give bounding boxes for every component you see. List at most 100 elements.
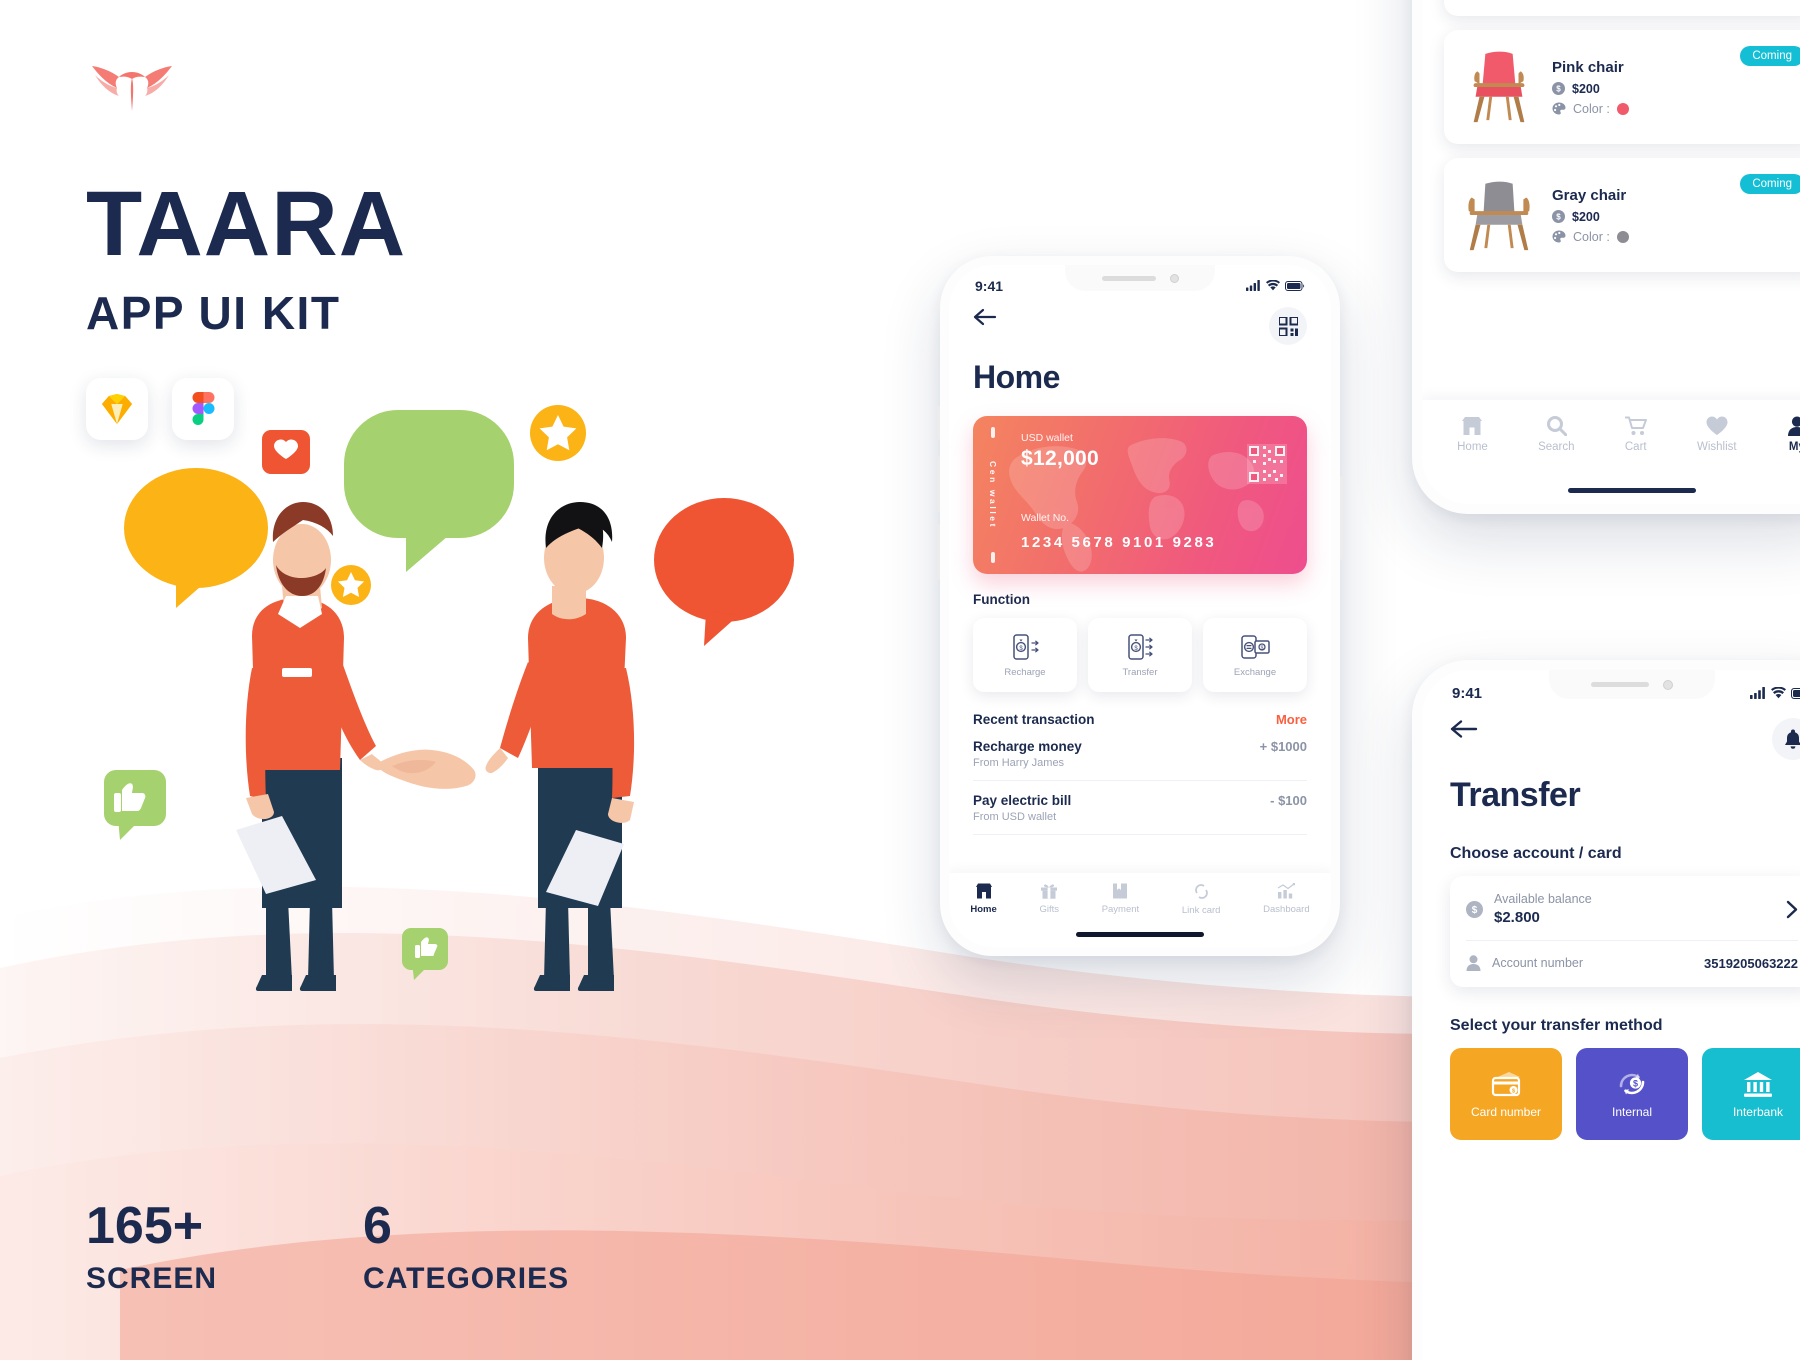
tab-payment[interactable]: Payment (1102, 883, 1139, 915)
product-list: $ $200 Color : (1422, 0, 1800, 400)
list-item[interactable]: Gray chair $ $200 Color: Coming (1444, 158, 1800, 272)
method-card-number[interactable]: $ Card number (1450, 1048, 1562, 1140)
page-title: TAARA (86, 173, 407, 275)
home-indicator (1568, 488, 1696, 493)
recent-transactions-header: Recent transaction More (973, 712, 1307, 727)
phone-power-button (1340, 476, 1343, 560)
handshake-illustration (104, 405, 794, 991)
sidebar-item-my[interactable]: My (1787, 416, 1800, 453)
svg-text:$: $ (1472, 905, 1478, 916)
table-row[interactable]: Pay electric bill From USD wallet - $100 (973, 781, 1307, 835)
method-internal[interactable]: $ Internal (1576, 1048, 1688, 1140)
tab-link-card[interactable]: Link card (1182, 883, 1220, 916)
screen-title: Home (973, 359, 1060, 395)
stats-block: 165+ SCREEN 6 CATEGORIES (86, 1200, 569, 1296)
star-badge-large (530, 405, 586, 461)
sidebar-item-home[interactable]: Home (1457, 416, 1488, 453)
speaker-icon (1591, 682, 1649, 687)
svg-text:$: $ (1512, 1088, 1515, 1094)
wallet-type: USD wallet (1021, 432, 1073, 444)
heart-badge-top (262, 430, 310, 474)
sidebar-item-wishlist[interactable]: Wishlist (1697, 416, 1737, 453)
method-interbank[interactable]: Interbank (1702, 1048, 1800, 1140)
balance-row[interactable]: $ Available balance $2.800 (1466, 878, 1798, 940)
wallet-card-body: USD wallet $12,000 Wallet No. 1234 5678 … (1021, 432, 1293, 560)
recent-section-title: Recent transaction (973, 712, 1095, 727)
cart-icon (1624, 416, 1647, 435)
account-label: Account number (1492, 956, 1584, 970)
home-content: Home Cen wallet USD wallet $12,000 Walle… (949, 265, 1331, 835)
transaction-amount: - $100 (1270, 793, 1307, 808)
speech-bubble-red (654, 498, 794, 646)
product-info: Pink chair $ $200 Color: (1552, 59, 1800, 116)
status-badge: Coming (1740, 46, 1800, 66)
gift-icon (1041, 884, 1058, 899)
transfer-screen: 9:41 Transfer Choose account / card $ Av… (1422, 670, 1800, 1360)
chair-gray-image (1468, 181, 1530, 251)
transaction-amount: + $1000 (1259, 739, 1307, 754)
transaction-name: Pay electric bill (973, 793, 1072, 808)
svg-text:$: $ (1556, 212, 1561, 221)
stat-screens: 165+ SCREEN (86, 1200, 217, 1296)
phone-exchange-icon: $ (1241, 634, 1270, 659)
stat-label: CATEGORIES (363, 1262, 570, 1295)
card-tick-bottom (991, 551, 995, 563)
function-recharge[interactable]: $ Recharge (973, 618, 1077, 692)
promo-canvas: TAARA APP UI KIT 165+ SCREEN 6 CATEGORIE… (0, 0, 1800, 1360)
color-swatch (1616, 102, 1629, 115)
transfer-content: Transfer Choose account / card $ Availab… (1422, 670, 1800, 1140)
sidebar-item-search[interactable]: Search (1538, 416, 1575, 453)
function-label: Exchange (1233, 666, 1277, 678)
sidebar-item-cart[interactable]: Cart (1624, 416, 1647, 453)
front-camera-icon (1663, 679, 1673, 690)
person-right (376, 502, 635, 991)
cellular-icon (1750, 687, 1765, 699)
thumbsup-badge-left (104, 770, 166, 840)
battery-icon (1285, 280, 1305, 291)
qr-code-icon (1278, 316, 1298, 336)
transfer-method-row: $ Card number $ Internal Interbank (1450, 1048, 1800, 1140)
transfer-header (1450, 718, 1800, 760)
product-price-line: $ $200 (1552, 82, 1800, 96)
tab-gifts[interactable]: Gifts (1039, 883, 1059, 915)
star-badge-small (331, 565, 371, 605)
cellular-icon (1246, 280, 1260, 291)
wifi-icon (1266, 280, 1280, 291)
function-exchange[interactable]: $ Exchange (1203, 618, 1307, 692)
dollar-coin-icon: $ (1552, 210, 1565, 223)
wallet-card[interactable]: Cen wallet USD wallet $12,000 Wallet No.… (973, 416, 1307, 574)
palette-icon (1552, 230, 1566, 243)
phone-volume-down (937, 524, 940, 580)
back-arrow-icon[interactable] (1450, 718, 1478, 740)
more-link[interactable]: More (1276, 712, 1307, 727)
account-number-row[interactable]: Account number 3519205063222 (1466, 940, 1798, 985)
balance-text: Available balance $2.800 (1483, 892, 1592, 926)
table-row[interactable]: Recharge money From Harry James + $1000 (973, 727, 1307, 781)
method-label: Card number (1470, 1104, 1542, 1119)
tab-home[interactable]: Home (970, 883, 997, 915)
list-item[interactable]: Pink chair $ $200 Color: Coming (1444, 30, 1800, 144)
tab-label: Cart (1624, 441, 1647, 453)
screen-title: Transfer (1450, 776, 1581, 814)
card-tick-top (991, 427, 995, 438)
status-icons (1246, 280, 1305, 291)
list-item[interactable]: Yellow chair $ $200 (1444, 0, 1800, 16)
transaction-source: From USD wallet (973, 811, 1057, 823)
qr-scan-button[interactable] (1269, 307, 1307, 345)
function-transfer[interactable]: $ Transfer (1088, 618, 1192, 692)
method-label: Interbank (1732, 1104, 1784, 1119)
wallet-vertical-label: Cen wallet (988, 460, 998, 530)
notification-button[interactable] (1772, 718, 1800, 760)
store-icon (1462, 417, 1483, 435)
balance-value: $2.800 (1494, 909, 1540, 926)
tab-dashboard[interactable]: Dashboard (1263, 883, 1310, 915)
transaction-source: From Harry James (973, 757, 1065, 769)
back-arrow-icon[interactable] (973, 307, 997, 327)
svg-text:$: $ (1261, 645, 1264, 651)
product-price: $200 (1572, 209, 1600, 224)
bank-icon (1744, 1071, 1772, 1097)
wallet-no-label: Wallet No. (1021, 512, 1070, 524)
book-icon (1113, 883, 1128, 899)
speech-bubble-green (344, 410, 514, 572)
dollar-coin-icon: $ (1552, 82, 1565, 95)
